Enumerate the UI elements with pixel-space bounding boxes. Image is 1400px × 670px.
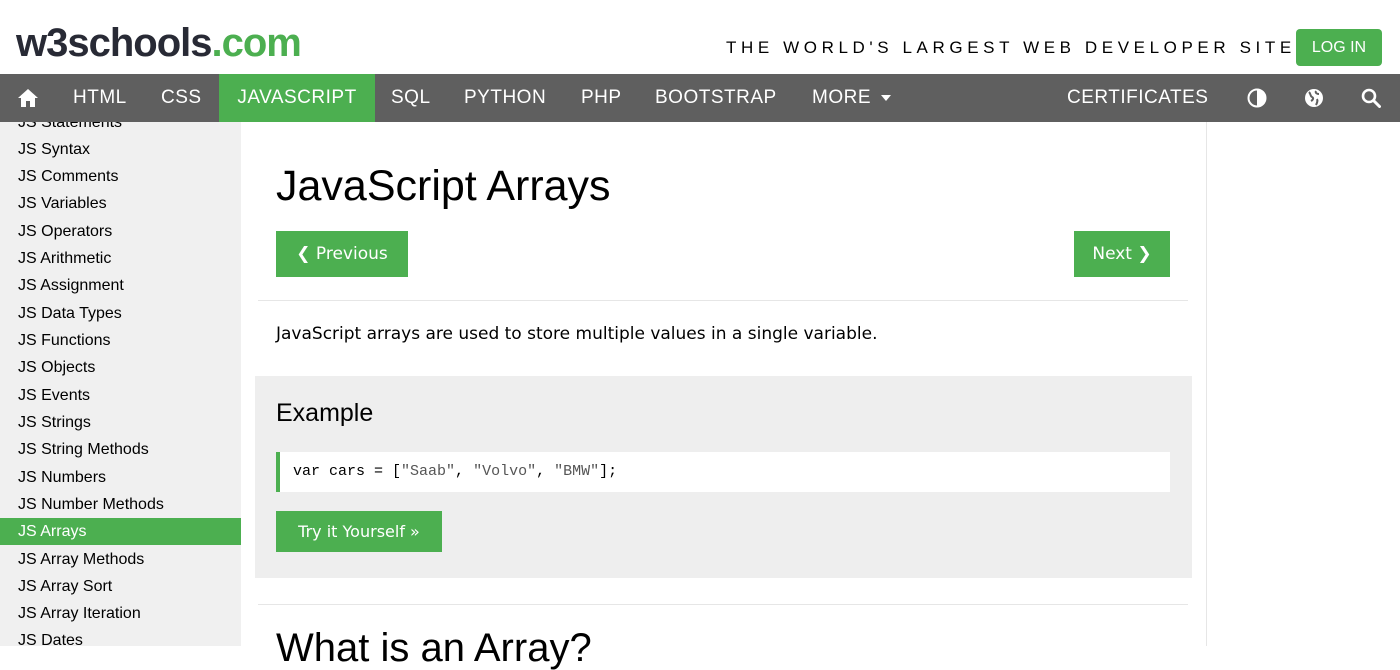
- sidebar-item-js-data-types[interactable]: JS Data Types: [0, 300, 241, 327]
- nav-bootstrap[interactable]: BOOTSTRAP: [655, 74, 777, 122]
- sidebar-item-js-arrays[interactable]: JS Arrays: [0, 518, 241, 545]
- code-separator: ,: [536, 463, 555, 480]
- example-title: Example: [276, 399, 374, 427]
- code-block: var cars = ["Saab", "Volvo", "BMW"];: [276, 452, 1170, 492]
- contrast-icon[interactable]: [1237, 74, 1277, 122]
- nav-javascript[interactable]: JAVASCRIPT: [219, 74, 375, 122]
- globe-icon[interactable]: [1294, 74, 1334, 122]
- sidebar-item-js-statements[interactable]: JS Statements: [0, 122, 241, 136]
- sidebar-item-js-objects[interactable]: JS Objects: [0, 354, 241, 381]
- sidebar-item-js-comments[interactable]: JS Comments: [0, 163, 241, 190]
- code-suffix: ];: [599, 463, 618, 480]
- nav-html[interactable]: HTML: [73, 74, 127, 122]
- code-prefix: var cars = [: [293, 463, 402, 480]
- sidebar-item-js-events[interactable]: JS Events: [0, 382, 241, 409]
- logo[interactable]: w3schools.com: [16, 18, 302, 68]
- tagline: THE WORLD'S LARGEST WEB DEVELOPER SITE: [726, 38, 1296, 57]
- nav-css[interactable]: CSS: [161, 74, 202, 122]
- nav-more-label: MORE: [812, 87, 871, 108]
- chevron-down-icon: [880, 94, 891, 101]
- sidebar-item-js-array-sort[interactable]: JS Array Sort: [0, 573, 241, 600]
- sidebar: JS Statements JS Syntax JS Comments JS V…: [0, 122, 241, 646]
- sidebar-item-js-array-methods[interactable]: JS Array Methods: [0, 546, 241, 573]
- top-nav: HTML CSS JAVASCRIPT SQL PYTHON PHP BOOTS…: [0, 74, 1400, 122]
- nav-certificates[interactable]: CERTIFICATES: [1067, 74, 1208, 122]
- sidebar-item-js-number-methods[interactable]: JS Number Methods: [0, 491, 241, 518]
- intro-paragraph: JavaScript arrays are used to store mult…: [276, 324, 878, 344]
- code-string: "BMW": [554, 463, 600, 480]
- sidebar-item-js-arithmetic[interactable]: JS Arithmetic: [0, 245, 241, 272]
- nav-sql[interactable]: SQL: [391, 74, 431, 122]
- sidebar-item-js-string-methods[interactable]: JS String Methods: [0, 436, 241, 463]
- sidebar-item-js-numbers[interactable]: JS Numbers: [0, 464, 241, 491]
- site-header: w3schools.com THE WORLD'S LARGEST WEB DE…: [0, 0, 1400, 74]
- code-string: "Saab": [401, 463, 456, 480]
- sidebar-item-js-dates[interactable]: JS Dates: [0, 627, 241, 646]
- sidebar-item-js-assignment[interactable]: JS Assignment: [0, 272, 241, 299]
- nav-python[interactable]: PYTHON: [464, 74, 546, 122]
- right-divider: [1206, 122, 1207, 646]
- next-button[interactable]: Next ❯: [1074, 231, 1170, 277]
- previous-button[interactable]: ❮ Previous: [276, 231, 408, 277]
- sidebar-item-js-variables[interactable]: JS Variables: [0, 190, 241, 217]
- logo-text: w3schools: [16, 21, 213, 65]
- sidebar-item-js-strings[interactable]: JS Strings: [0, 409, 241, 436]
- nav-php[interactable]: PHP: [581, 74, 622, 122]
- code-string: "Volvo": [473, 463, 537, 480]
- code-separator: ,: [455, 463, 474, 480]
- try-it-yourself-button[interactable]: Try it Yourself »: [276, 511, 442, 552]
- divider: [258, 604, 1188, 605]
- divider: [258, 300, 1188, 301]
- login-button[interactable]: LOG IN: [1296, 29, 1382, 66]
- section-heading: What is an Array?: [276, 626, 592, 670]
- sidebar-item-js-syntax[interactable]: JS Syntax: [0, 136, 241, 163]
- logo-dotcom: .com: [211, 21, 302, 65]
- sidebar-item-js-array-iteration[interactable]: JS Array Iteration: [0, 600, 241, 627]
- page-title: JavaScript Arrays: [276, 162, 611, 210]
- sidebar-item-js-functions[interactable]: JS Functions: [0, 327, 241, 354]
- nav-more[interactable]: MORE: [812, 74, 892, 122]
- sidebar-item-js-operators[interactable]: JS Operators: [0, 218, 241, 245]
- home-icon[interactable]: [8, 74, 48, 122]
- search-icon[interactable]: [1351, 74, 1391, 122]
